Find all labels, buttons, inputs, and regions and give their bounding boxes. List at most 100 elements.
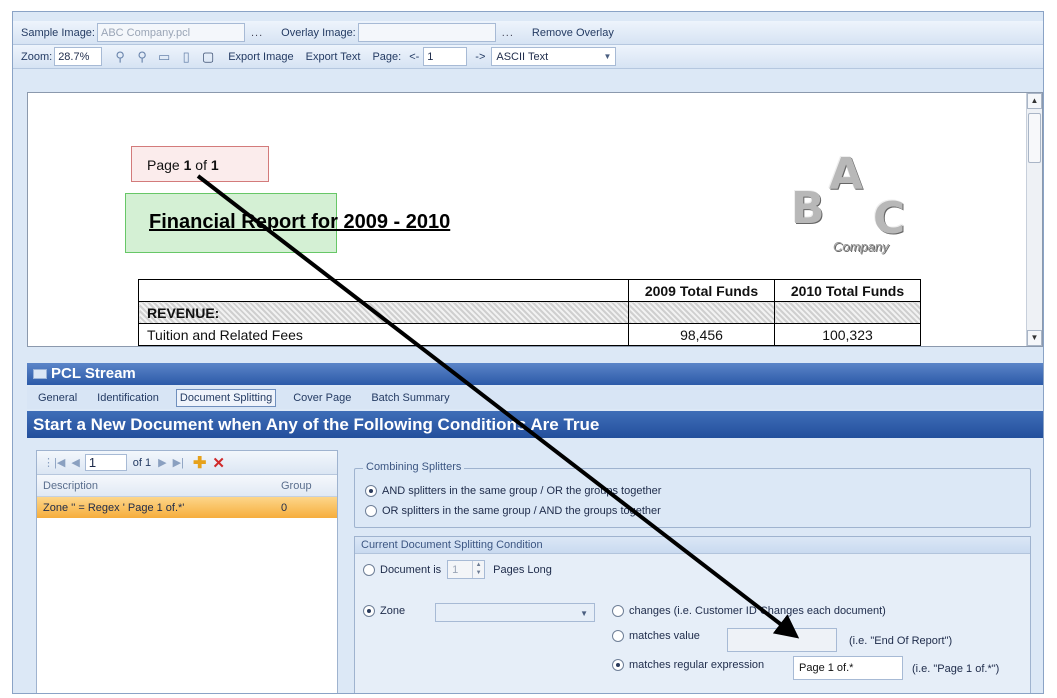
pages-value: 1 <box>452 563 459 576</box>
financial-table: 2009 Total Funds 2010 Total Funds REVENU… <box>138 279 921 346</box>
row-value-2009: 98,456 <box>628 323 775 346</box>
splitting-panel: ⋮|◀ ◀ of 1 ▶ ▶| ✚ ✕ Description Group Zo… <box>27 440 1043 693</box>
remove-overlay-button[interactable]: Remove Overlay <box>532 27 614 39</box>
current-condition-group: Current Document Splitting Condition Doc… <box>354 536 1031 693</box>
logo-letter-c: C <box>873 193 906 244</box>
zoom-label: Zoom: <box>21 50 53 63</box>
combining-splitters-group: Combining Splitters AND splitters in the… <box>354 461 1031 528</box>
regex-hint: (i.e. "Page 1 of.*") <box>912 663 1000 675</box>
zoom-in-icon[interactable]: ⚲ <box>112 49 128 65</box>
table-row[interactable]: Zone '' = Regex ' Page 1 of.*' 0 <box>37 497 337 518</box>
add-icon[interactable]: ✚ <box>193 453 206 473</box>
prev-page-button[interactable]: <- <box>409 51 419 63</box>
radio-unselected[interactable] <box>612 630 624 642</box>
record-number-input[interactable] <box>84 454 127 471</box>
sample-image-input[interactable] <box>96 23 245 42</box>
splitter-grid: ⋮|◀ ◀ of 1 ▶ ▶| ✚ ✕ Description Group Zo… <box>36 450 338 693</box>
logo-letter-a: A <box>829 149 864 200</box>
tab-general[interactable]: General <box>35 390 80 406</box>
delete-icon[interactable]: ✕ <box>212 454 225 472</box>
chevron-down-icon: ▼ <box>580 609 588 618</box>
view-toolbar: Zoom: ⚲ ⚲ ▭ ▯ ▢ Export Image Export Text… <box>13 45 1043 69</box>
table-cell <box>774 301 921 324</box>
grid-navigator: ⋮|◀ ◀ of 1 ▶ ▶| ✚ ✕ <box>37 451 337 475</box>
chevron-down-icon: ▼ <box>603 52 612 61</box>
regex-input[interactable]: Page 1 of.* <box>793 656 903 680</box>
revenue-label: REVENUE: <box>138 301 629 324</box>
logo-letter-b: B <box>791 183 825 234</box>
last-record-icon[interactable]: ▶| <box>173 456 184 469</box>
browse-overlay-button[interactable]: ... <box>502 27 514 39</box>
overlay-image-input[interactable] <box>357 23 496 42</box>
zone-option[interactable]: Zone <box>363 605 405 617</box>
pages-stepper[interactable]: 1 ▲ ▼ <box>447 560 486 579</box>
panel-icon <box>33 369 47 380</box>
changes-option[interactable]: changes (i.e. Customer ID Changes each d… <box>612 605 886 617</box>
sample-image-label: Sample Image: <box>21 26 95 39</box>
page-number-input[interactable] <box>423 47 468 66</box>
report-title: Financial Report for 2009 - 2010 <box>149 211 451 233</box>
view-mode-select[interactable]: ASCII Text ▼ <box>491 47 617 66</box>
page-of-text: of <box>191 157 211 173</box>
next-page-button[interactable]: -> <box>475 51 485 63</box>
or-splitters-option[interactable]: OR splitters in the same group / AND the… <box>365 505 661 517</box>
vertical-scrollbar[interactable]: ▲ ▼ <box>1026 93 1042 346</box>
actual-size-icon[interactable]: ▢ <box>200 49 216 65</box>
radio-unselected[interactable] <box>363 563 375 576</box>
fit-page-icon[interactable]: ▯ <box>178 49 194 65</box>
document-is-label: Document is <box>380 563 442 576</box>
prev-record-icon[interactable]: ◀ <box>71 456 79 469</box>
scroll-up-icon[interactable]: ▲ <box>1027 93 1042 109</box>
table-header-2009: 2009 Total Funds <box>628 279 775 302</box>
browse-sample-button[interactable]: ... <box>251 27 263 39</box>
radio-selected[interactable] <box>365 485 377 497</box>
column-description[interactable]: Description <box>37 480 277 492</box>
document-length-option[interactable]: Document is 1 ▲ ▼ Pages Long <box>363 560 552 579</box>
pages-long-label: Pages Long <box>493 563 552 576</box>
tab-document-splitting[interactable]: Document Splitting <box>175 389 277 407</box>
and-splitters-option[interactable]: AND splitters in the same group / OR the… <box>365 485 661 497</box>
zone-select[interactable]: ▼ <box>435 603 595 622</box>
tab-identification[interactable]: Identification <box>94 390 162 406</box>
zoom-input[interactable] <box>54 47 103 66</box>
image-toolbar: Sample Image: ... Overlay Image: ... Rem… <box>13 21 1043 45</box>
changes-label: changes (i.e. Customer ID Changes each d… <box>629 605 886 617</box>
export-text-button[interactable]: Export Text <box>306 51 361 63</box>
row-label: Tuition and Related Fees <box>138 323 629 346</box>
overlay-image-label: Overlay Image: <box>281 26 356 39</box>
grid-header: Description Group <box>37 475 337 497</box>
next-record-icon[interactable]: ▶ <box>158 456 166 469</box>
scroll-thumb[interactable] <box>1028 113 1041 163</box>
scroll-down-icon[interactable]: ▼ <box>1027 330 1042 346</box>
page-label: Page: <box>372 50 402 63</box>
tab-cover-page[interactable]: Cover Page <box>290 390 354 406</box>
stepper-arrows-icon[interactable]: ▲ ▼ <box>472 561 484 578</box>
matches-regex-label: matches regular expression <box>629 659 765 671</box>
radio-unselected[interactable] <box>365 505 377 517</box>
column-group[interactable]: Group <box>277 480 312 492</box>
radio-selected[interactable] <box>363 605 375 617</box>
match-value-input[interactable] <box>727 628 837 652</box>
table-header-2010: 2010 Total Funds <box>774 279 921 302</box>
and-splitters-label: AND splitters in the same group / OR the… <box>382 485 662 497</box>
table-row: REVENUE: <box>138 301 921 324</box>
conditions-banner: Start a New Document when Any of the Fol… <box>27 411 1043 438</box>
view-mode-value: ASCII Text <box>496 50 549 63</box>
export-image-button[interactable]: Export Image <box>228 51 293 63</box>
table-row: Tuition and Related Fees 98,456 100,323 <box>138 323 921 346</box>
row-description: Zone '' = Regex ' Page 1 of.*' <box>43 501 185 514</box>
zone-label: Zone <box>380 605 406 617</box>
record-count: of 1 <box>132 456 152 469</box>
tab-batch-summary[interactable]: Batch Summary <box>368 390 452 406</box>
page-number-region[interactable]: Page 1 of 1 <box>131 146 269 182</box>
radio-selected[interactable] <box>612 659 624 671</box>
matches-value-option[interactable]: matches value <box>612 630 700 642</box>
fit-width-icon[interactable]: ▭ <box>156 49 172 65</box>
match-value-hint: (i.e. "End Of Report") <box>849 635 953 647</box>
table-cell <box>138 279 629 302</box>
radio-unselected[interactable] <box>612 605 624 617</box>
first-record-icon[interactable]: ⋮|◀ <box>43 456 65 469</box>
panel-title: PCL Stream <box>51 365 136 382</box>
matches-regex-option[interactable]: matches regular expression <box>612 659 764 671</box>
zoom-out-icon[interactable]: ⚲ <box>134 49 150 65</box>
